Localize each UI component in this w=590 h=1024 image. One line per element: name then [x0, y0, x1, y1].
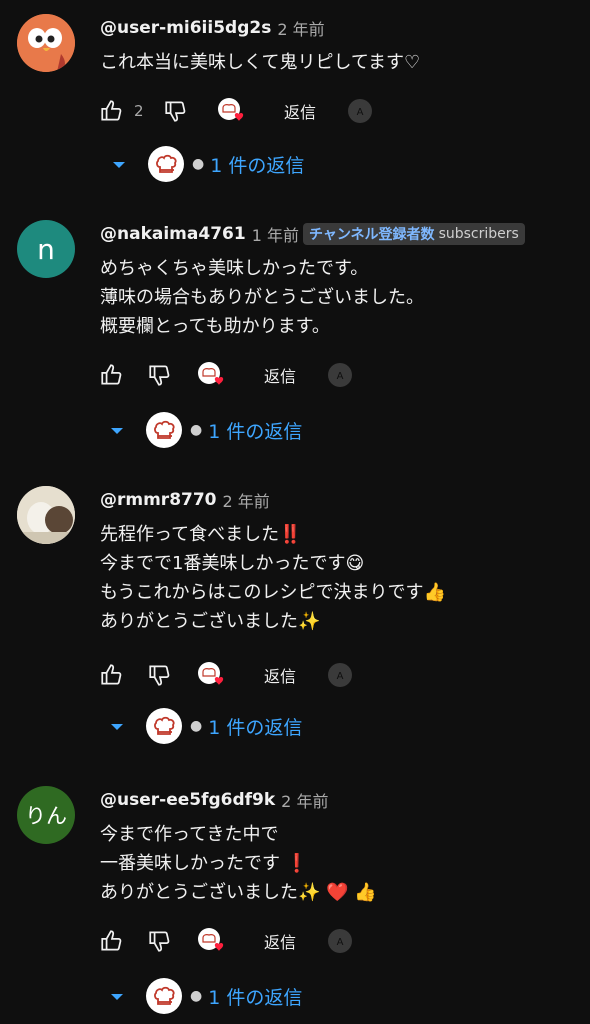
avatar-letter: りん — [25, 804, 67, 828]
like-count: 2 — [134, 102, 144, 120]
like-icon[interactable] — [98, 661, 126, 689]
comment-body: めちゃくちゃ美味しかったです。 薄味の場合もありがとうございました。 概要欄とっ… — [100, 254, 424, 341]
comment-line: これ本当に美味しくて鬼リピしてます♡ — [100, 52, 421, 73]
reply-button[interactable]: 返信 — [264, 929, 296, 953]
avatar[interactable] — [17, 14, 75, 72]
comment-line: 先程作って食べました‼️ — [100, 524, 302, 545]
comment-time[interactable]: 2 年前 — [223, 488, 270, 512]
reply-button[interactable]: 返信 — [284, 99, 316, 123]
translate-icon[interactable]: A — [326, 361, 354, 389]
comment-line: 一番美味しかったです ❗ — [100, 853, 309, 874]
separator-dot: ● — [192, 156, 205, 172]
reply-count[interactable]: 1 件の返信 — [210, 151, 304, 178]
comment-actions: 返信 A — [98, 360, 354, 390]
comment-line: ありがとうございました✨ ❤️ 👍 — [100, 882, 377, 903]
orange-bird-avatar-icon — [17, 14, 75, 72]
chevron-down-icon — [112, 155, 126, 174]
comment-body: 今まで作ってきた中で 一番美味しかったです ❗ ありがとうございました✨ ❤️ … — [100, 820, 377, 907]
comment-author[interactable]: @rmmr8770 — [100, 490, 217, 510]
replies-toggle[interactable]: ● 1 件の返信 — [110, 708, 302, 744]
creator-heart-icon — [196, 361, 230, 389]
chevron-down-icon — [110, 717, 124, 736]
chef-hat-icon — [148, 146, 184, 182]
comment-body: これ本当に美味しくて鬼リピしてます♡ — [100, 48, 420, 77]
creator-heart-icon — [216, 97, 250, 125]
comment-author[interactable]: @nakaima4761 — [100, 224, 246, 244]
reply-button[interactable]: 返信 — [264, 663, 296, 687]
reply-count[interactable]: 1 件の返信 — [208, 713, 302, 740]
subscriber-badge: チャンネル登録者数 subscribers — [302, 223, 525, 245]
comment-header: @user-mi6ii5dg2s 2 年前 — [100, 16, 325, 40]
like-icon[interactable] — [98, 927, 126, 955]
comment-time[interactable]: 1 年前 — [252, 222, 299, 246]
comment-actions: 2 返信 A — [98, 96, 374, 126]
dislike-icon[interactable] — [146, 661, 174, 689]
reply-button[interactable]: 返信 — [264, 363, 296, 387]
reply-count[interactable]: 1 件の返信 — [208, 983, 302, 1010]
svg-text:A: A — [337, 937, 344, 948]
comment-line: ありがとうございました✨ — [100, 611, 321, 632]
svg-text:A: A — [357, 107, 364, 118]
comment-line: もうこれからはこのレシピで決まりです👍 — [100, 582, 446, 603]
comment-header: @nakaima4761 1 年前 チャンネル登録者数 subscribers — [100, 222, 525, 246]
comment-actions: 返信 A — [98, 660, 354, 690]
replies-toggle[interactable]: ● 1 件の返信 — [110, 978, 302, 1014]
svg-text:A: A — [337, 371, 344, 382]
comment-line: めちゃくちゃ美味しかったです。 — [100, 258, 369, 279]
dislike-icon[interactable] — [146, 927, 174, 955]
avatar[interactable] — [17, 486, 75, 544]
comment-time[interactable]: 2 年前 — [281, 788, 328, 812]
comment-actions: 返信 A — [98, 926, 354, 956]
chef-hat-icon — [146, 708, 182, 744]
dislike-icon[interactable] — [146, 361, 174, 389]
comment-time[interactable]: 2 年前 — [277, 16, 324, 40]
chevron-down-icon — [110, 987, 124, 1006]
reply-count[interactable]: 1 件の返信 — [208, 417, 302, 444]
comment-line: 薄味の場合もありがとうございました。 — [100, 287, 424, 308]
translate-icon[interactable]: A — [326, 927, 354, 955]
separator-dot: ● — [190, 718, 203, 734]
comment-header: @user-ee5fg6df9k 2 年前 — [100, 788, 328, 812]
creator-heart-icon — [196, 927, 230, 955]
comment-line: 今まで作ってきた中で — [100, 824, 279, 845]
svg-text:A: A — [337, 671, 344, 682]
comment-author[interactable]: @user-mi6ii5dg2s — [100, 18, 271, 38]
creator-heart-icon — [196, 661, 230, 689]
avatar[interactable]: n — [17, 220, 75, 278]
badge-label: チャンネル登録者数 — [308, 227, 435, 243]
comment-author[interactable]: @user-ee5fg6df9k — [100, 790, 275, 810]
separator-dot: ● — [190, 422, 203, 438]
dislike-icon[interactable] — [162, 97, 190, 125]
like-icon[interactable] — [98, 97, 126, 125]
comment-line: 今までで1番美味しかったです😋 — [100, 553, 365, 574]
chevron-down-icon — [110, 421, 124, 440]
avatar[interactable]: りん — [17, 786, 75, 844]
replies-toggle[interactable]: ● 1 件の返信 — [110, 412, 302, 448]
comment-header: @rmmr8770 2 年前 — [100, 488, 270, 512]
separator-dot: ● — [190, 988, 203, 1004]
chef-hat-icon — [146, 978, 182, 1014]
like-icon[interactable] — [98, 361, 126, 389]
badge-subscribers: subscribers — [438, 226, 519, 242]
photo-avatar-icon — [17, 486, 75, 544]
chef-hat-icon — [146, 412, 182, 448]
comment-line: 概要欄とっても助かります。 — [100, 316, 330, 337]
replies-toggle[interactable]: ● 1 件の返信 — [112, 146, 304, 182]
translate-icon[interactable]: A — [326, 661, 354, 689]
avatar-letter: n — [37, 232, 55, 266]
translate-icon[interactable]: A — [346, 97, 374, 125]
comment-body: 先程作って食べました‼️ 今までで1番美味しかったです😋 もうこれからはこのレシ… — [100, 520, 446, 636]
